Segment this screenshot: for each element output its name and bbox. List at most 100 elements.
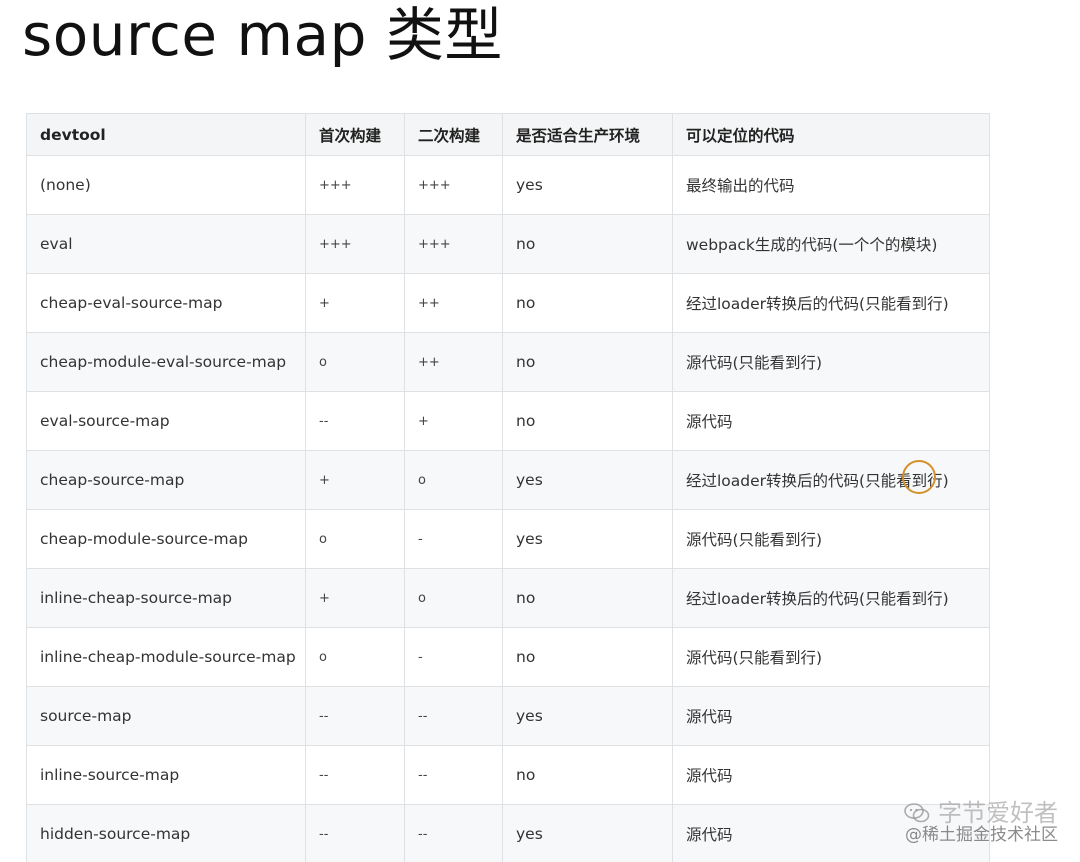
cell-text: no [516,648,536,666]
cell-production: no [502,273,673,333]
cell-text: source-map [40,707,132,725]
cell-production: no [502,745,673,805]
cell-production: yes [502,155,673,215]
cell-devtool: inline-cheap-source-map [26,568,306,628]
table-row: cheap-module-eval-source-map o ++ no 源代码(只能看… [26,332,990,392]
cell-text: no [516,235,536,253]
table-row: eval +++ +++ no webpack生成的代码(一个个的模块) [26,214,990,274]
cell-devtool: cheap-eval-source-map [26,273,306,333]
cell-devtool: inline-source-map [26,745,306,805]
header-cell-rebuild: 二次构建 [404,113,503,156]
cell-text: inline-cheap-module-source-map [40,648,296,666]
cell-first-build: -- [305,745,405,805]
cell-rebuild: -- [404,745,503,805]
devtool-table: devtool 首次构建 二次构建 是否适合生产环境 可以定位的代码 (none… [26,113,990,862]
cell-text: ++ [418,295,440,311]
cell-text: - [418,649,423,665]
cell-text: (none) [40,176,91,194]
cell-quality: 源代码(只能看到行) [672,332,990,392]
cell-text: no [516,412,536,430]
table-row: inline-cheap-module-source-map o - no 源代码(只能… [26,627,990,687]
table-row: source-map -- -- yes 源代码 [26,686,990,746]
cell-text: no [516,353,536,371]
cell-devtool: cheap-source-map [26,450,306,510]
cell-text: -- [418,708,428,724]
cell-production: yes [502,804,673,862]
table-row: cheap-source-map + o yes 经过loader转换后的代码(只能看到… [26,450,990,510]
cell-devtool: cheap-module-eval-source-map [26,332,306,392]
cell-quality: 最终输出的代码 [672,155,990,215]
cell-text: + [418,413,429,429]
cell-rebuild: + [404,391,503,451]
table-row: inline-cheap-source-map + o no 经过loader转换后的代… [26,568,990,628]
cell-first-build: + [305,450,405,510]
cell-quality: 源代码(只能看到行) [672,627,990,687]
cell-rebuild: - [404,509,503,569]
cell-text: -- [418,826,428,842]
cell-text: yes [516,176,543,194]
table-row: (none) +++ +++ yes 最终输出的代码 [26,155,990,215]
header-cell-devtool: devtool [26,113,306,156]
cell-rebuild: -- [404,686,503,746]
cell-text: yes [516,530,543,548]
cell-production: no [502,391,673,451]
cell-quality: 源代码 [672,686,990,746]
cell-first-build: o [305,627,405,687]
cell-first-build: +++ [305,155,405,215]
cell-first-build: o [305,509,405,569]
cell-rebuild: +++ [404,214,503,274]
cell-text: webpack生成的代码(一个个的模块) [686,236,938,254]
circle-highlight-icon [902,460,937,494]
cell-text: 最终输出的代码 [686,177,795,195]
cell-first-build: + [305,273,405,333]
cell-text: hidden-source-map [40,825,191,843]
cell-quality: webpack生成的代码(一个个的模块) [672,214,990,274]
cell-text: no [516,589,536,607]
cell-text: o [319,354,327,370]
watermark-line2: @稀土掘金技术社区 [905,825,1058,845]
cell-text: 源代码 [686,826,733,844]
wechat-icon [904,803,930,823]
cell-devtool: inline-cheap-module-source-map [26,627,306,687]
cell-rebuild: ++ [404,273,503,333]
cell-rebuild: - [404,627,503,687]
cell-text: cheap-source-map [40,471,185,489]
cell-text: -- [319,826,329,842]
cell-text: no [516,294,536,312]
cell-text: o [418,472,426,488]
cell-rebuild: o [404,450,503,510]
cell-quality: 经过loader转换后的代码(只能看到行) [672,273,990,333]
table-row: inline-source-map -- -- no 源代码 [26,745,990,805]
cell-quality: 经过loader转换后的代码(只能看到行) [672,450,990,510]
cell-devtool: eval-source-map [26,391,306,451]
cell-devtool: eval [26,214,306,274]
cell-text: + [319,295,330,311]
cell-text: -- [418,767,428,783]
cell-text: 源代码(只能看到行) [686,531,823,549]
cell-text: 经过loader转换后的代码(只能看到行) [686,460,949,494]
page: source map 类型 devtool 首次构建 二次构建 是否适合生产环境… [0,0,1080,862]
cell-text: - [418,531,423,547]
cell-production: yes [502,509,673,569]
cell-first-build: o [305,332,405,392]
cell-rebuild: -- [404,804,503,862]
table-header-row: devtool 首次构建 二次构建 是否适合生产环境 可以定位的代码 [26,113,990,156]
cell-production: no [502,627,673,687]
cell-quality: 源代码 [672,745,990,805]
cell-production: yes [502,686,673,746]
cell-text: -- [319,413,329,429]
cell-text: no [516,766,536,784]
cell-text: cheap-module-source-map [40,530,248,548]
watermark-line1: 字节爱好者 [938,799,1058,827]
cell-production: no [502,214,673,274]
cell-rebuild: o [404,568,503,628]
cell-text: 经过loader转换后的代码(只能看到行) [686,590,949,608]
cell-text: 源代码 [686,767,733,785]
cell-devtool: source-map [26,686,306,746]
cell-text: +++ [418,236,451,252]
cell-text: ++ [418,354,440,370]
cell-text: -- [319,767,329,783]
cell-text: cheap-eval-source-map [40,294,223,312]
cell-first-build: +++ [305,214,405,274]
cell-text: 源代码(只能看到行) [686,354,823,372]
